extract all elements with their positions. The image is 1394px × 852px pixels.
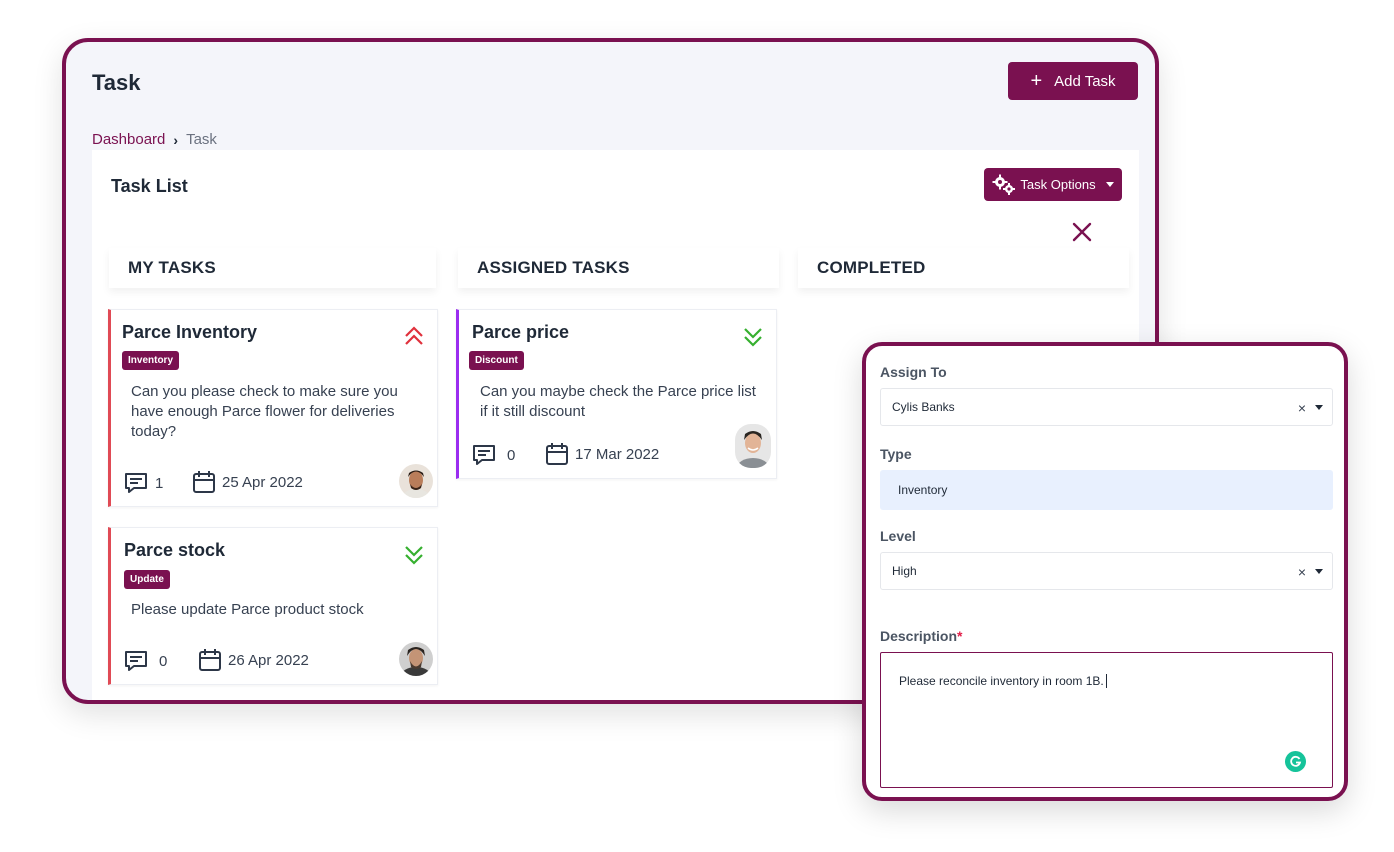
- due-date-text: 26 Apr 2022: [228, 651, 309, 669]
- comment-icon: [125, 473, 147, 493]
- task-comments[interactable]: 0: [471, 443, 515, 467]
- assign-to-label: Assign To: [880, 364, 947, 380]
- task-comments[interactable]: 0: [123, 649, 167, 673]
- comment-count: 1: [155, 474, 164, 492]
- comment-count: 0: [159, 652, 168, 670]
- task-tag-badge: Discount: [469, 351, 524, 370]
- comment-count: 0: [507, 446, 516, 464]
- task-comments[interactable]: 1: [123, 471, 163, 495]
- type-value: Inventory: [898, 483, 948, 497]
- task-card-parce-price[interactable]: Parce price Discount Can you maybe check…: [456, 309, 777, 479]
- breadcrumb-dashboard-link[interactable]: Dashboard: [92, 131, 165, 148]
- column-header-my-tasks: MY TASKS: [109, 248, 436, 288]
- assignee-avatar[interactable]: [399, 642, 433, 676]
- task-description: Can you please check to make sure you ha…: [131, 383, 398, 440]
- priority-low-icon: [744, 328, 762, 347]
- task-card-parce-stock[interactable]: Parce stock Update Please update Parce p…: [108, 527, 438, 685]
- assignee-avatar[interactable]: [735, 424, 771, 468]
- calendar-icon: [193, 471, 215, 493]
- task-due-date: 17 Mar 2022: [545, 442, 659, 466]
- task-due-date: 26 Apr 2022: [198, 648, 309, 672]
- description-label: Description*: [880, 628, 962, 644]
- clear-icon[interactable]: ×: [1298, 564, 1306, 580]
- breadcrumb: Dashboard › Task: [92, 131, 217, 148]
- page-title: Task: [92, 70, 141, 95]
- text-cursor: [1105, 674, 1107, 688]
- type-field[interactable]: Inventory: [880, 470, 1333, 510]
- assign-to-select[interactable]: Cylis Banks ×: [880, 388, 1333, 426]
- task-title: Parce stock: [124, 540, 226, 560]
- level-select[interactable]: High ×: [880, 552, 1333, 590]
- chevron-right-icon: ›: [173, 131, 179, 148]
- task-title: Parce price: [472, 322, 570, 342]
- task-description: Can you maybe check the Parce price list…: [480, 383, 756, 420]
- task-tag-badge: Update: [124, 570, 170, 589]
- comment-icon: [473, 445, 495, 465]
- gears-icon: [992, 174, 1016, 195]
- grammarly-icon[interactable]: [1285, 751, 1306, 772]
- panel-title: Task List: [111, 176, 188, 196]
- description-textarea[interactable]: Please reconcile inventory in room 1B.: [880, 652, 1333, 788]
- description-text: Please reconcile inventory in room 1B.: [899, 674, 1104, 688]
- calendar-icon: [546, 443, 568, 465]
- task-due-date: 25 Apr 2022: [192, 470, 303, 494]
- priority-low-icon: [405, 546, 423, 565]
- task-options-label: Task Options: [1020, 177, 1096, 192]
- description-label-text: Description: [880, 628, 958, 644]
- caret-down-icon[interactable]: [1315, 569, 1323, 574]
- clear-icon[interactable]: ×: [1298, 400, 1306, 416]
- close-icon[interactable]: [1070, 220, 1094, 244]
- assign-to-value: Cylis Banks: [892, 400, 955, 414]
- add-task-label: Add Task: [1054, 72, 1116, 90]
- priority-high-icon: [405, 326, 423, 345]
- breadcrumb-current: Task: [186, 131, 217, 148]
- comment-icon: [125, 651, 147, 671]
- task-description: Please update Parce product stock: [131, 601, 364, 618]
- task-options-dropdown-button[interactable]: Task Options: [984, 168, 1122, 201]
- calendar-icon: [199, 649, 221, 671]
- column-header-assigned-tasks: ASSIGNED TASKS: [458, 248, 779, 288]
- plus-icon: +: [1030, 70, 1043, 92]
- caret-down-icon[interactable]: [1315, 405, 1323, 410]
- caret-down-icon: [1105, 182, 1114, 187]
- task-card-parce-inventory[interactable]: Parce Inventory Inventory Can you please…: [108, 309, 438, 507]
- type-label: Type: [880, 446, 912, 462]
- level-label: Level: [880, 528, 916, 544]
- edit-task-form-window: Assign To Cylis Banks × Type Inventory L…: [862, 342, 1348, 801]
- column-header-completed: COMPLETED: [798, 248, 1129, 288]
- required-marker: *: [957, 628, 963, 644]
- due-date-text: 25 Apr 2022: [222, 473, 303, 491]
- add-task-button[interactable]: + Add Task: [1008, 62, 1138, 100]
- task-title: Parce Inventory: [122, 322, 258, 342]
- assignee-avatar[interactable]: [399, 464, 433, 498]
- task-tag-badge: Inventory: [122, 351, 180, 370]
- level-value: High: [892, 564, 917, 578]
- due-date-text: 17 Mar 2022: [575, 445, 660, 463]
